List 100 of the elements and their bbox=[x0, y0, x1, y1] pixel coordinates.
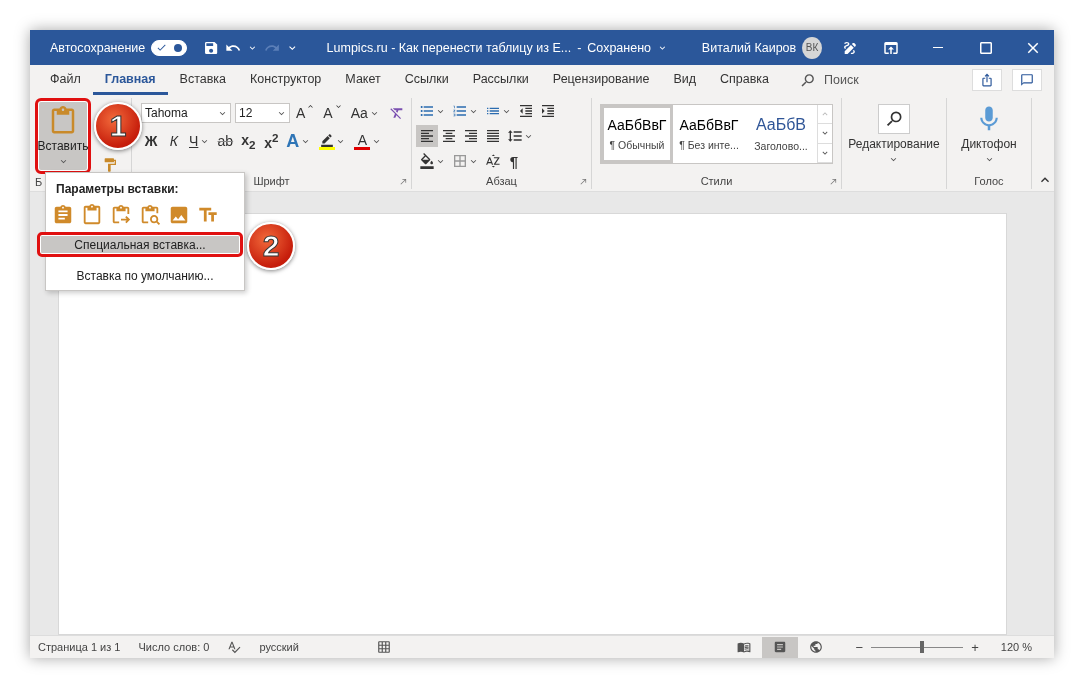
group-label: Шрифт bbox=[253, 175, 290, 187]
paste-option-button[interactable] bbox=[139, 204, 161, 226]
autosave-toggle[interactable] bbox=[151, 39, 187, 56]
style-item[interactable]: АаБбВвГ ¶ Обычный bbox=[601, 105, 673, 163]
align-left-icon bbox=[419, 128, 435, 144]
ribbon-tab[interactable]: Макет bbox=[333, 65, 393, 95]
grid-icon[interactable] bbox=[376, 640, 391, 654]
user-avatar[interactable]: ВК bbox=[802, 36, 822, 59]
zoom-thumb[interactable] bbox=[919, 641, 924, 653]
paste-option-button[interactable] bbox=[168, 204, 190, 226]
sort-icon bbox=[485, 153, 501, 169]
menu-item[interactable]: Специальная вставка... bbox=[37, 232, 243, 257]
underline-button[interactable]: Ч bbox=[187, 130, 213, 152]
line-spacing-icon bbox=[507, 128, 523, 144]
check-icon bbox=[156, 42, 168, 53]
view-button[interactable] bbox=[761, 636, 798, 658]
align-center-icon bbox=[441, 128, 457, 144]
zoom-out-button[interactable]: − bbox=[851, 639, 868, 655]
show-marks-button[interactable]: ¶ bbox=[504, 150, 524, 172]
caret-icon bbox=[333, 102, 343, 111]
ribbon-tab[interactable]: Вставка bbox=[167, 65, 239, 95]
zoom-in-button[interactable]: + bbox=[967, 639, 983, 655]
editing-button[interactable]: Редактирование bbox=[848, 104, 940, 173]
search-icon bbox=[799, 71, 817, 89]
clear-formatting-icon bbox=[388, 105, 405, 121]
callout-number: 1 bbox=[94, 102, 142, 150]
paste-button[interactable]: Вставить bbox=[35, 98, 91, 174]
minimize-icon bbox=[933, 47, 944, 48]
search-icon bbox=[884, 109, 904, 129]
paste-option-button[interactable] bbox=[52, 204, 74, 226]
proofing-icon[interactable] bbox=[227, 640, 242, 654]
superscript-button[interactable]: x$^{2}$ bbox=[261, 130, 282, 152]
style-preview: АаБбВвГ bbox=[679, 117, 739, 133]
align-button[interactable] bbox=[416, 125, 438, 147]
paint-bucket-icon bbox=[419, 153, 435, 169]
marker-icon bbox=[320, 132, 335, 147]
change-case-button[interactable]: Aa bbox=[348, 102, 382, 124]
group-label: Б bbox=[35, 175, 43, 188]
clipboard-arrow-icon bbox=[110, 204, 132, 226]
grid-icon bbox=[452, 153, 468, 169]
language-label[interactable]: русский bbox=[259, 641, 299, 653]
paste-option-button[interactable] bbox=[81, 204, 103, 226]
bulleted-list-icon bbox=[419, 103, 435, 119]
title-separator: - bbox=[577, 40, 582, 55]
font-size-field[interactable]: 12 bbox=[235, 103, 290, 123]
search-field[interactable]: Поиск bbox=[793, 70, 865, 90]
document-title: Lumpics.ru - Как перенести таблицу из E... bbox=[326, 40, 572, 55]
dictate-button[interactable]: Диктофон bbox=[961, 104, 1017, 173]
group-label: Стили bbox=[700, 175, 733, 187]
ribbon-tab[interactable]: Рецензирование bbox=[540, 65, 662, 95]
save-status[interactable]: Сохранено bbox=[587, 40, 652, 55]
share-icon bbox=[980, 73, 994, 87]
font-color-button[interactable]: A bbox=[352, 130, 385, 152]
word-count[interactable]: Число слов: 0 bbox=[138, 641, 210, 653]
bold-button[interactable]: Ж bbox=[141, 130, 161, 152]
justify-icon bbox=[485, 128, 501, 144]
paste-option-button[interactable] bbox=[110, 204, 132, 226]
grow-font-button[interactable]: A bbox=[294, 102, 318, 124]
menu-item[interactable]: Вставка по умолчанию... bbox=[46, 263, 244, 288]
ribbon-tab[interactable]: Файл bbox=[38, 65, 93, 95]
page-icon bbox=[772, 640, 787, 654]
book-icon bbox=[736, 640, 751, 654]
ribbon-tab[interactable]: Рассылки bbox=[460, 65, 541, 95]
style-name: ¶ Без инте... bbox=[679, 139, 739, 151]
picture-icon bbox=[168, 204, 190, 226]
numbered-list-icon bbox=[452, 103, 468, 119]
group-label: Абзац bbox=[486, 175, 517, 187]
align-right-icon bbox=[463, 128, 479, 144]
clipboard-search-icon bbox=[139, 204, 161, 226]
dialog-launcher-icon[interactable] bbox=[399, 177, 408, 186]
share-button[interactable] bbox=[972, 69, 1002, 91]
page-count[interactable]: Страница 1 из 1 bbox=[38, 641, 121, 653]
font-name-field[interactable]: Tahoma bbox=[141, 103, 231, 123]
ribbon-tab[interactable]: Конструктор bbox=[238, 65, 334, 95]
ribbon-tab[interactable]: Вид bbox=[661, 65, 708, 95]
italic-button[interactable]: К bbox=[164, 130, 184, 152]
shrink-font-button[interactable]: A bbox=[321, 102, 345, 124]
ribbon-tab[interactable]: Справка bbox=[708, 65, 782, 95]
group-label: Голос bbox=[974, 175, 1004, 187]
style-name: ¶ Обычный bbox=[609, 139, 665, 151]
clipboard-icon bbox=[52, 204, 74, 226]
text-effects-button[interactable]: A bbox=[284, 130, 314, 152]
comments-button[interactable] bbox=[1012, 69, 1042, 91]
clipboard-icon bbox=[81, 204, 103, 226]
dialog-launcher-icon[interactable] bbox=[829, 177, 838, 186]
font-color-letter: A bbox=[357, 132, 367, 147]
globe-icon bbox=[808, 640, 823, 654]
paint-roller-icon bbox=[102, 157, 118, 173]
dialog-launcher-icon[interactable] bbox=[579, 177, 588, 186]
style-name: Заголово... bbox=[754, 140, 808, 152]
menu-heading: Параметры вставки: bbox=[56, 182, 180, 196]
indent-increase-icon bbox=[540, 103, 556, 119]
user-name[interactable]: Виталий Каиров bbox=[701, 40, 797, 55]
comment-icon bbox=[1020, 73, 1034, 87]
subscript-button[interactable]: x$_{2}$ bbox=[238, 130, 259, 152]
style-preview: АаБбВвГ bbox=[607, 117, 667, 133]
style-preview: АаБбВ bbox=[755, 116, 807, 134]
zoom-level[interactable]: 120 % bbox=[1000, 641, 1032, 653]
ribbon-tab[interactable]: Ссылки bbox=[392, 65, 461, 95]
ribbon-tab[interactable]: Главная bbox=[92, 65, 168, 95]
